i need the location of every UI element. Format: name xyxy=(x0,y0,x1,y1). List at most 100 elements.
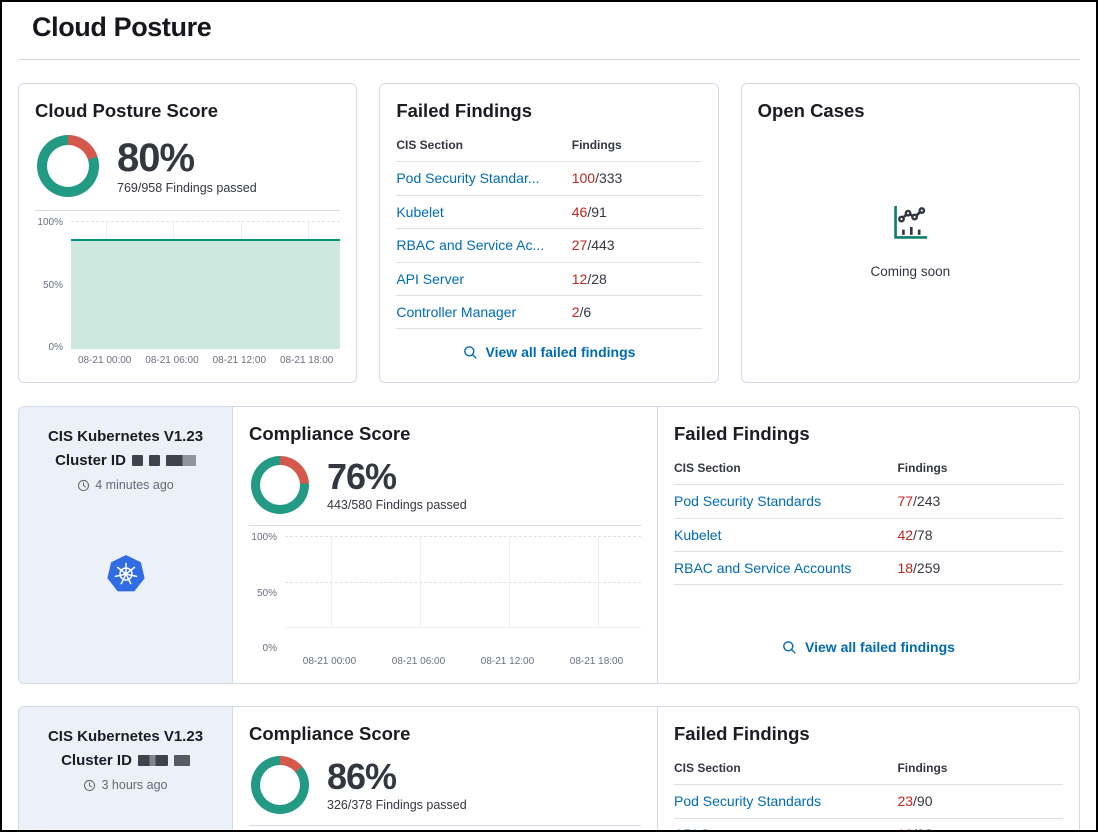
compliance-score-subtitle: 443/580 Findings passed xyxy=(327,498,467,512)
y-tick-50: 50% xyxy=(43,280,63,291)
col-findings: Findings xyxy=(572,138,702,152)
page-title: Cloud Posture xyxy=(32,12,1066,43)
redacted-cluster-id xyxy=(138,755,168,766)
view-all-failed-findings-link[interactable]: View all failed findings xyxy=(782,639,955,655)
card-title: Failed Findings xyxy=(674,423,1063,445)
findings-count: 18/259 xyxy=(897,560,1063,576)
failed-count: 2 xyxy=(572,304,580,320)
failed-count: 18 xyxy=(897,560,913,576)
x-tick: 08-21 18:00 xyxy=(552,656,641,667)
failed-count: 12 xyxy=(897,826,913,832)
findings-count: 42/78 xyxy=(897,527,1063,543)
total-count: /28 xyxy=(587,271,606,287)
total-count: /28 xyxy=(913,826,932,832)
chart-plot-area xyxy=(71,221,340,349)
posture-score-text: 80% 769/958 Findings passed xyxy=(117,138,257,195)
compliance-score-block: 76% 443/580 Findings passed xyxy=(249,456,641,514)
failed-findings-table: CIS Section Findings Pod Security Standa… xyxy=(674,453,1063,585)
x-tick: 08-21 12:00 xyxy=(463,656,552,667)
last-updated: 4 minutes ago xyxy=(77,478,174,492)
cis-section-link[interactable]: RBAC and Service Accounts xyxy=(674,560,851,576)
card-title: Compliance Score xyxy=(249,723,641,745)
redacted-cluster-id xyxy=(166,455,196,466)
posture-score-subtitle: 769/958 Findings passed xyxy=(117,181,257,195)
table-row: Pod Security Standar... 100/333 xyxy=(396,161,701,195)
view-all-label: View all failed findings xyxy=(486,344,636,360)
table-row: API Server 12/28 xyxy=(674,818,1063,832)
last-updated-text: 3 hours ago xyxy=(101,778,167,792)
table-header: CIS Section Findings xyxy=(674,453,1063,484)
y-tick-100: 100% xyxy=(37,217,63,228)
dashboard-content: Cloud Posture Score 80% 769/958 Findings… xyxy=(2,60,1096,832)
last-updated-text: 4 minutes ago xyxy=(95,478,174,492)
failed-findings-table: CIS Section Findings Pod Security Standa… xyxy=(674,753,1063,832)
findings-count: 46/91 xyxy=(572,204,702,220)
compliance-score-percent: 86% xyxy=(327,759,467,795)
compliance-score-percent: 76% xyxy=(327,459,467,495)
score-chart-divider xyxy=(35,210,340,211)
cis-section-link[interactable]: Pod Security Standards xyxy=(674,493,821,509)
gridline-h xyxy=(285,536,641,537)
cis-section-link[interactable]: Controller Manager xyxy=(396,304,516,320)
card-title: Cloud Posture Score xyxy=(35,100,340,122)
cluster-summary-panel: CIS Kubernetes V1.23 Cluster ID 3 hours … xyxy=(19,707,233,832)
findings-count: 77/243 xyxy=(897,493,1063,509)
cis-section-link[interactable]: Pod Security Standards xyxy=(674,793,821,809)
logo-wrap xyxy=(104,792,148,832)
cluster-id-label: Cluster ID xyxy=(61,752,132,769)
gridline-v xyxy=(331,536,332,628)
cluster-summary-panel: CIS Kubernetes V1.23 Cluster ID 4 minute… xyxy=(19,407,233,683)
gridline-h xyxy=(71,221,340,222)
table-header: CIS Section Findings xyxy=(396,130,701,161)
visualization-chart-icon xyxy=(889,202,931,244)
total-count: /90 xyxy=(913,793,932,809)
score-chart-divider xyxy=(249,825,641,826)
cis-section-link[interactable]: RBAC and Service Ac... xyxy=(396,237,544,253)
gridline-h xyxy=(285,627,641,628)
card-title: Failed Findings xyxy=(396,100,701,122)
search-icon xyxy=(782,640,797,655)
open-cases-empty-state: Coming soon xyxy=(758,122,1063,366)
findings-count: 27/443 xyxy=(572,237,702,253)
view-all-failed-findings-link[interactable]: View all failed findings xyxy=(463,344,636,360)
x-tick: 08-21 18:00 xyxy=(273,355,340,366)
cis-section-link[interactable]: API Server xyxy=(674,826,742,832)
redacted-cluster-id xyxy=(149,455,160,466)
score-trend-area-series xyxy=(71,239,340,349)
chart-y-axis: 100% 50% 0% xyxy=(35,221,71,349)
summary-row: Cloud Posture Score 80% 769/958 Findings… xyxy=(18,83,1080,383)
cis-section-link[interactable]: Pod Security Standar... xyxy=(396,170,539,186)
kubernetes-logo-icon xyxy=(104,553,148,597)
last-updated: 3 hours ago xyxy=(83,778,167,792)
cluster-id-line: Cluster ID xyxy=(55,452,196,469)
chart-x-axis: 08-21 00:00 08-21 06:00 08-21 12:00 08-2… xyxy=(285,650,641,667)
cis-section-link[interactable]: API Server xyxy=(396,271,464,287)
cis-section-link[interactable]: Kubelet xyxy=(674,527,721,543)
table-row: API Server 12/28 xyxy=(396,262,701,296)
failed-findings-table: CIS Section Findings Pod Security Standa… xyxy=(396,130,701,329)
findings-count: 100/333 xyxy=(572,170,702,186)
score-chart-divider xyxy=(249,525,641,526)
compliance-score-section: Compliance Score 86% 326/378 Findings pa… xyxy=(233,707,657,832)
table-row: Controller Manager 2/6 xyxy=(396,295,701,329)
y-tick-100: 100% xyxy=(251,532,277,543)
gridline-v xyxy=(598,536,599,628)
compliance-score-donut xyxy=(251,756,309,814)
failed-findings-section: Failed Findings CIS Section Findings Pod… xyxy=(657,407,1079,683)
table-row: Kubelet 42/78 xyxy=(674,518,1063,552)
gridline-v xyxy=(420,536,421,628)
failed-findings-section: Failed Findings CIS Section Findings Pod… xyxy=(657,707,1079,832)
x-tick: 08-21 06:00 xyxy=(374,656,463,667)
findings-count: 12/28 xyxy=(572,271,702,287)
compliance-trend-chart: 100% 50% 0% xyxy=(249,536,641,667)
table-row: Pod Security Standards 77/243 xyxy=(674,484,1063,518)
total-count: /91 xyxy=(587,204,606,220)
benchmark-name: CIS Kubernetes V1.23 xyxy=(48,728,203,745)
page-header: Cloud Posture xyxy=(2,2,1096,43)
col-cis-section: CIS Section xyxy=(674,461,897,475)
chart-plot-area xyxy=(285,536,641,628)
cluster-id-label: Cluster ID xyxy=(55,452,126,469)
posture-score-percent: 80% xyxy=(117,138,257,178)
cluster-id-line: Cluster ID xyxy=(61,752,190,769)
cis-section-link[interactable]: Kubelet xyxy=(396,204,443,220)
